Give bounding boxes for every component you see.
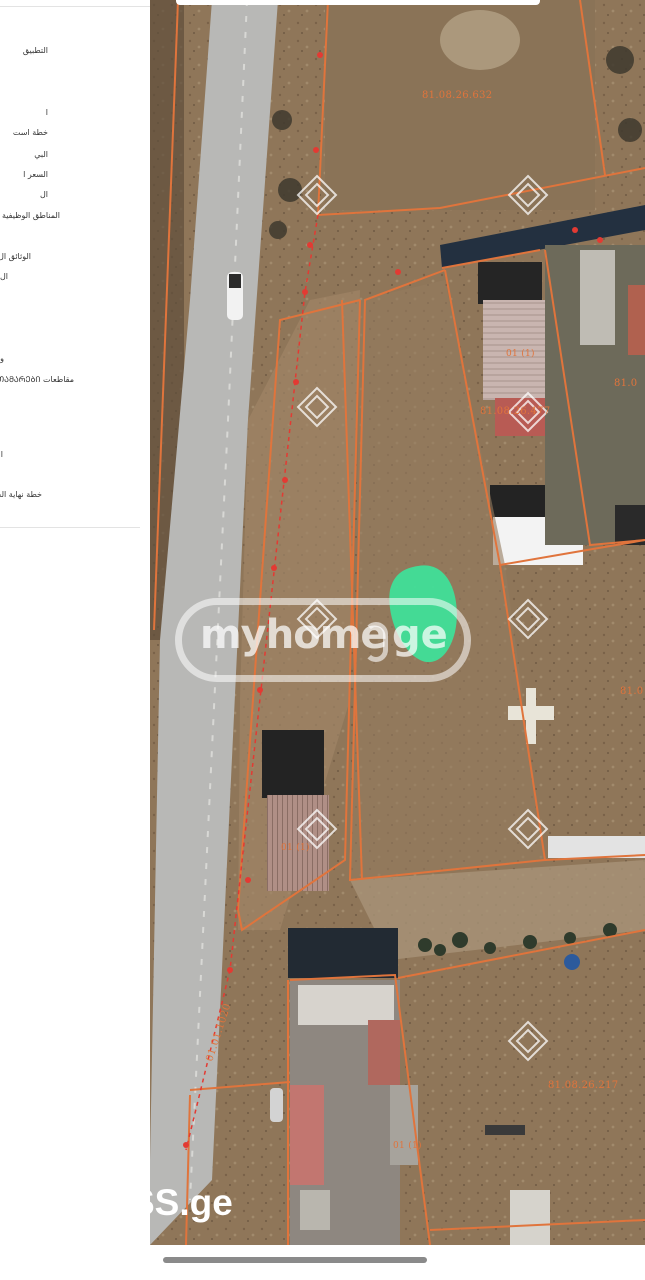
parcel-label: 81.0 (620, 686, 643, 697)
watermark-dot (364, 622, 388, 662)
panel-item-2[interactable]: ا (0, 108, 48, 117)
panel-item-11[interactable]: مقاطعات ᲗᲐᲛᲐᲠᲔᲑᲘ (0, 374, 74, 385)
panel-item-10[interactable]: و (0, 354, 4, 363)
sand-patch (440, 10, 520, 70)
parcel-label: 01 (1) (506, 348, 535, 359)
cross-structure (508, 706, 554, 720)
panel-item-5[interactable]: السعر ا (0, 170, 48, 179)
panel-item-6[interactable]: ال (0, 190, 48, 199)
neighbor-building (580, 250, 615, 345)
panel-item-12[interactable]: ا (0, 450, 3, 459)
neighbor-roof (628, 285, 645, 355)
watermark-text: myhome (200, 612, 388, 658)
car (270, 1088, 283, 1122)
neighbor-shadow (615, 505, 645, 545)
ss-logo-text: SS.ge (130, 1182, 233, 1223)
parcel-label: 81.08.26.632 (422, 90, 492, 101)
building-roof (510, 1190, 550, 1245)
building-shadow (478, 262, 542, 304)
map-search-bar[interactable] (176, 0, 540, 5)
shed-shadow (262, 730, 324, 798)
panel-divider (0, 6, 150, 7)
panel-item-13[interactable]: خطة نهاية الحياة (0, 490, 42, 499)
building-roof-red (290, 1085, 324, 1185)
layers-side-panel: التطبيق ا خطة است البي السعر ا ال المناط… (0, 0, 151, 1245)
parcel-label: 01 (1) (393, 1140, 422, 1151)
blue-object (564, 954, 580, 970)
logo-lines-icon (52, 1180, 114, 1230)
parcel-label: 01 (1) (281, 842, 310, 853)
parcel-label: 81.08.26.477 (480, 406, 550, 417)
panel-item-8[interactable]: الوثائق ال (0, 252, 31, 261)
panel-divider-bottom (0, 527, 140, 528)
panel-item-7[interactable]: المناطق الوظيفية و (0, 211, 60, 220)
parcel-label: 81.0 (614, 378, 637, 389)
ss-logo: SS.ge (52, 1180, 242, 1230)
debris (485, 1125, 525, 1135)
building-roof (298, 985, 394, 1025)
panel-item-9[interactable]: ال (0, 272, 8, 281)
building-roof (300, 1190, 330, 1230)
parcel-label: 81.08.26.217 (548, 1080, 618, 1091)
watermark-suffix: ge (392, 612, 448, 658)
panel-item-3[interactable]: خطة است (0, 128, 48, 137)
shadow-block (288, 928, 398, 978)
panel-item-1[interactable]: التطبيق (0, 46, 48, 55)
car-windshield (229, 274, 241, 288)
panel-item-4[interactable]: البي (0, 150, 48, 159)
fence (548, 836, 645, 858)
building-roof-red (368, 1020, 400, 1085)
home-indicator[interactable] (163, 1257, 427, 1263)
